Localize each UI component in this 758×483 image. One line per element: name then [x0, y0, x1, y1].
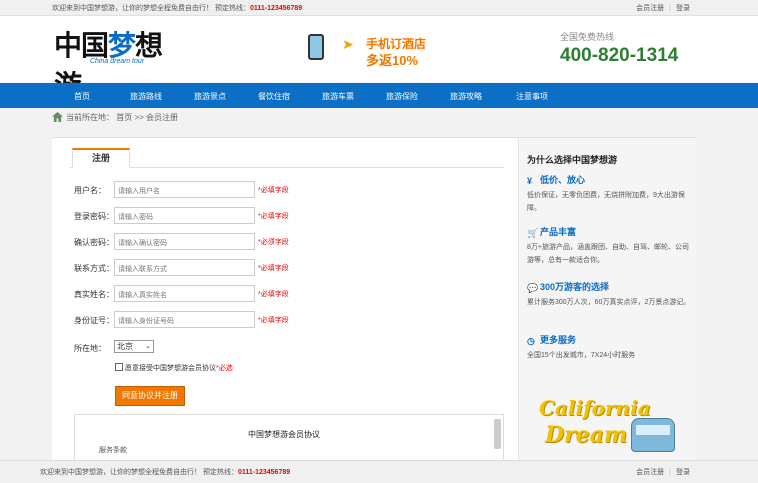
- nav-item-insurance[interactable]: 旅游保险: [386, 91, 418, 102]
- sidebar-title: 为什么选择中国梦想游: [527, 155, 618, 165]
- products-heading-text: 产品丰富: [540, 227, 577, 237]
- logo-english: China dream tour: [90, 58, 145, 65]
- paper-plane-icon: ➤: [342, 36, 354, 52]
- sidebar-why-choose: 为什么选择中国梦想游 ¥ 低价、放心 低价保证，无零负团费，无烧拼附加费，9大出游…: [518, 138, 696, 461]
- chevron-down-icon: ⌄: [145, 343, 151, 350]
- confirm-password-input[interactable]: 请输入确认密码: [114, 233, 255, 250]
- chat-icon: 💬: [527, 283, 539, 293]
- top-hotline: 0111-123456789: [249, 5, 303, 12]
- nav-item-routes[interactable]: 旅游路线: [130, 91, 162, 102]
- footer-hotline: 0111-123456789: [237, 469, 291, 476]
- sidebar-text-low-price: 低价保证，无零负团费，无烧拼附加费，9大出游保障。: [527, 192, 685, 212]
- banner-line2: Dream: [545, 422, 628, 448]
- footer-link-divider: |: [669, 469, 671, 476]
- location-select[interactable]: 北京 ⌄: [114, 340, 154, 353]
- top-welcome: 欢迎来到中国梦想游，让你的梦想全程免费自由行！ 预定热线：0111-123456…: [52, 3, 302, 13]
- realname-label: 真实姓名：: [74, 290, 114, 299]
- promo-line2: 多返10%: [366, 53, 419, 68]
- protocol-box[interactable]: 中国梦想游会员协议 服务条款: [74, 414, 504, 461]
- agreement-row: 愿意接受中国梦想游会员协议*必选: [115, 363, 233, 373]
- location-label: 所在地：: [74, 344, 106, 353]
- location-value: 北京: [117, 342, 133, 351]
- confirm-password-label: 确认密码：: [74, 238, 114, 247]
- sidebar-text-services: 全国15个出发城市，7X24小时服务: [527, 352, 636, 359]
- yen-icon: ¥: [527, 176, 533, 186]
- protocol-scrollbar[interactable]: [494, 419, 501, 449]
- protocol-title: 中国梦想游会员协议: [248, 430, 320, 439]
- footer-welcome: 欢迎来到中国梦想游，让你的梦想全程免费自由行！ 预定热线：0111-123456…: [40, 467, 290, 477]
- confirm-password-required: *必须字段: [258, 239, 289, 246]
- header: 中国梦想游 China dream tour ➤ 手机订酒店 多返10% 全国免…: [0, 16, 758, 102]
- home-icon: [52, 112, 63, 122]
- footer-welcome-text: 欢迎来到中国梦想游，让你的梦想全程免费自由行！ 预定热线：: [40, 469, 238, 476]
- main-nav: 首页 旅游路线 旅游景点 餐饮住宿 旅游车票 旅游保险 旅游攻略 注意事项: [0, 83, 758, 108]
- breadcrumb: 当前所在地： 首页 >> 会员注册: [52, 112, 178, 126]
- van-illustration: [631, 418, 675, 452]
- password-required: *必填字段: [258, 213, 289, 220]
- hotline-label: 全国免费热线: [560, 32, 615, 42]
- footer-register-link[interactable]: 会员注册: [636, 469, 664, 476]
- california-dream-banner[interactable]: California Dream: [527, 388, 677, 461]
- nav-item-notices[interactable]: 注意事项: [516, 91, 548, 102]
- visitors-heading-text: 300万游客的选择: [540, 282, 610, 292]
- username-input[interactable]: 请输入用户名: [114, 181, 255, 198]
- contact-label: 联系方式：: [74, 264, 114, 273]
- username-label: 用户名：: [74, 186, 106, 195]
- footer-bar: 欢迎来到中国梦想游，让你的梦想全程免费自由行！ 预定热线：0111-123456…: [0, 460, 758, 483]
- footer-login-link[interactable]: 登录: [676, 469, 690, 476]
- hotline-block: 全国免费热线 400-820-1314: [560, 30, 678, 67]
- top-login-link[interactable]: 登录: [676, 5, 690, 12]
- cart-icon: 🛒: [527, 228, 539, 238]
- idcard-label: 身份证号：: [74, 316, 114, 325]
- idcard-required: *必填字段: [258, 317, 289, 324]
- hotline-number: 400-820-1314: [560, 45, 679, 66]
- site-logo[interactable]: 中国梦想游 China dream tour: [54, 24, 184, 102]
- nav-item-home[interactable]: 首页: [74, 91, 90, 102]
- services-heading-text: 更多服务: [540, 335, 577, 345]
- sidebar-text-products: 8万+旅游产品，涵盖跟团、自助、自驾、邮轮、公司游等，总有一款适合你。: [527, 244, 689, 264]
- top-bar: 欢迎来到中国梦想游，让你的梦想全程免费自由行！ 预定热线：0111-123456…: [0, 0, 758, 16]
- sidebar-heading-products: 🛒 产品丰富: [527, 225, 576, 238]
- banner-line1: California: [539, 396, 651, 420]
- tab-register[interactable]: 注册: [72, 148, 130, 168]
- tab-bar: 注册: [70, 148, 504, 168]
- password-input[interactable]: 请输入密码: [114, 207, 255, 224]
- breadcrumb-text: 当前所在地： 首页 >> 会员注册: [66, 113, 179, 122]
- nav-item-attractions[interactable]: 旅游景点: [194, 91, 226, 102]
- agreement-required: *必选: [216, 365, 233, 372]
- phone-icon: [308, 34, 324, 60]
- agreement-text: 愿意接受中国梦想游会员协议: [125, 365, 216, 372]
- top-links: 会员注册 | 登录: [636, 3, 690, 13]
- idcard-input[interactable]: 请输入身份证号码: [114, 311, 255, 328]
- protocol-first-line: 服务条款: [99, 447, 127, 454]
- username-required: *必填字段: [258, 187, 289, 194]
- nav-item-tickets[interactable]: 旅游车票: [322, 91, 354, 102]
- main-panel: 注册 用户名： 请输入用户名 *必填字段 登录密码： 请输入密码 *必填字段 确…: [52, 137, 696, 461]
- nav-item-hotels[interactable]: 餐饮住宿: [258, 91, 290, 102]
- sidebar-text-visitors: 累计服务300万人次，60万真实点评，2万景点游记。: [527, 299, 691, 306]
- clock24-icon: ◷: [527, 336, 535, 346]
- low-price-heading-text: 低价、放心: [540, 175, 586, 185]
- sidebar-heading-low-price: ¥ 低价、放心: [527, 173, 585, 186]
- mobile-hotel-promo[interactable]: ➤ 手机订酒店 多返10%: [302, 30, 442, 70]
- agreement-checkbox[interactable]: [115, 363, 123, 371]
- realname-required: *必填字段: [258, 291, 289, 298]
- sidebar-heading-visitors: 💬 300万游客的选择: [527, 280, 609, 293]
- footer-links: 会员注册 | 登录: [636, 467, 690, 477]
- password-label: 登录密码：: [74, 212, 114, 221]
- sidebar-heading-services: ◷ 更多服务: [527, 333, 576, 346]
- top-link-divider: |: [669, 5, 671, 12]
- nav-item-guides[interactable]: 旅游攻略: [450, 91, 482, 102]
- realname-input[interactable]: 请输入真实姓名: [114, 285, 255, 302]
- register-button[interactable]: 同意协议并注册: [115, 386, 185, 406]
- contact-input[interactable]: 请输入联系方式: [114, 259, 255, 276]
- contact-required: *必填字段: [258, 265, 289, 272]
- top-register-link[interactable]: 会员注册: [636, 5, 664, 12]
- top-welcome-text: 欢迎来到中国梦想游，让你的梦想全程免费自由行！ 预定热线：: [52, 5, 250, 12]
